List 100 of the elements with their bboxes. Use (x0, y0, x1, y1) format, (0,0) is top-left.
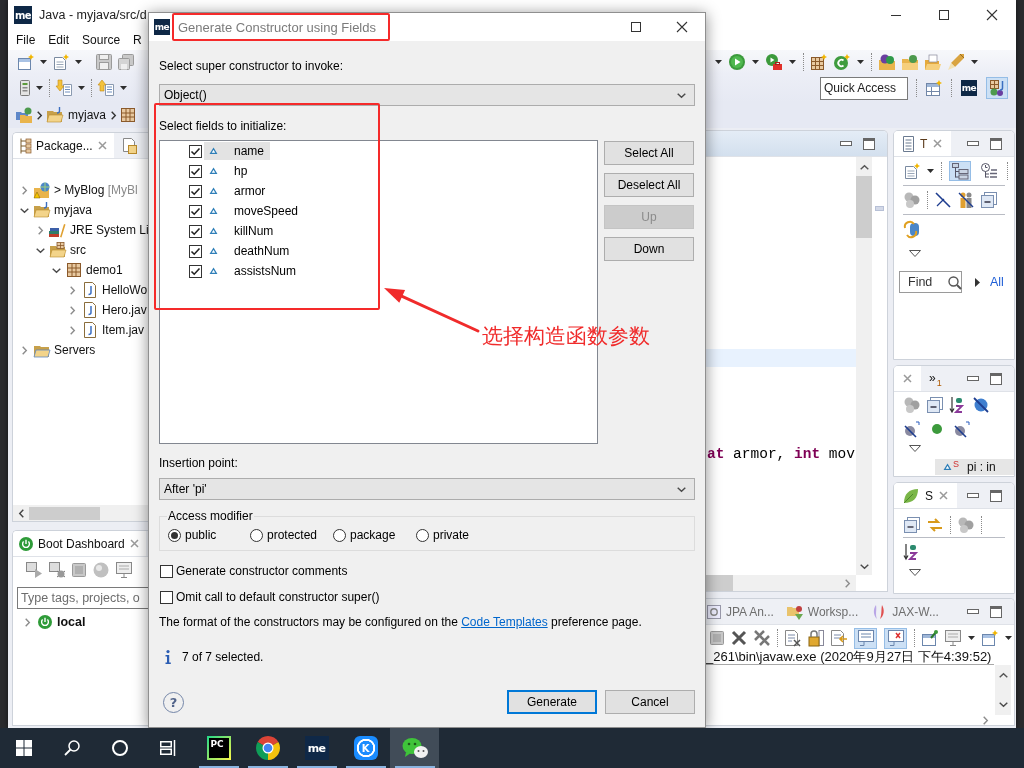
checkbox[interactable] (160, 564, 173, 578)
doc-x-icon[interactable] (785, 630, 801, 646)
chevron-down-icon[interactable] (19, 207, 29, 213)
caret-icon[interactable] (1005, 636, 1012, 640)
list-item[interactable]: name (204, 142, 271, 160)
tree-item[interactable]: S pi : in (935, 459, 1014, 475)
action-button[interactable]: Down (604, 237, 694, 261)
link[interactable]: Code Templates (461, 615, 548, 629)
maximize-icon[interactable] (990, 489, 1002, 502)
java-file-icon[interactable] (83, 322, 96, 338)
project-folder-icon[interactable] (47, 107, 63, 123)
radio-button[interactable] (168, 528, 181, 542)
doc-star-icon[interactable] (53, 54, 69, 70)
sort-icon[interactable] (904, 544, 920, 560)
maximize-icon[interactable] (939, 10, 949, 20)
folder-badge-icon[interactable] (786, 603, 803, 620)
remove-icon[interactable] (731, 630, 747, 646)
close-icon[interactable] (987, 10, 997, 20)
doc-arrow-icon[interactable] (831, 630, 847, 646)
taskbar-button[interactable]: PC (194, 728, 243, 768)
crossed-circle-icon[interactable] (973, 397, 989, 413)
checkbox[interactable] (189, 184, 202, 198)
checkbox[interactable] (160, 590, 173, 604)
checkbox-label[interactable]: Omit call to default constructor super() (176, 590, 380, 604)
chevron-down-icon[interactable] (677, 92, 686, 98)
panel-tab[interactable]: Worksp... (785, 599, 871, 624)
double-x-icon[interactable] (754, 630, 770, 646)
dropdown[interactable]: After 'pi' (159, 478, 695, 500)
list-item[interactable]: deathNum (204, 242, 296, 260)
lock-icon[interactable] (808, 630, 824, 646)
radio-button[interactable] (333, 528, 346, 542)
tree-item[interactable]: Item.jav (102, 323, 144, 337)
collapse-icon[interactable] (904, 517, 920, 533)
list-item[interactable]: assistsNum (204, 262, 302, 280)
list-item[interactable]: armor (204, 182, 272, 200)
view-menu-icon[interactable] (909, 445, 921, 452)
vertical-scrollbar[interactable] (995, 665, 1011, 715)
vertical-scrollbar[interactable] (856, 157, 872, 575)
horizontal-scrollbar[interactable] (13, 505, 148, 521)
panel-tab[interactable]: T (894, 131, 952, 156)
more-tabs-button[interactable]: »$_{1}$ (921, 366, 942, 391)
close-icon[interactable] (677, 22, 687, 32)
dot-icon[interactable] (932, 424, 942, 434)
list-item[interactable]: killNum (204, 222, 280, 240)
chevron-down-icon[interactable] (51, 267, 61, 273)
window-pin-icon[interactable] (922, 630, 938, 646)
doc-star-icon[interactable] (904, 163, 920, 179)
java-file-icon[interactable] (83, 282, 96, 298)
monitor-icon[interactable] (945, 630, 961, 646)
minimize-icon[interactable] (891, 14, 901, 16)
sort-icon[interactable] (950, 397, 966, 413)
project-folder-icon[interactable] (33, 202, 50, 218)
checkbox-label[interactable]: Generate constructor comments (176, 564, 348, 578)
maximize-icon[interactable] (990, 372, 1002, 385)
folder-icon[interactable] (33, 343, 50, 357)
chevron-right-icon[interactable] (37, 110, 42, 120)
caret-icon[interactable] (78, 86, 85, 90)
balls-icon[interactable] (904, 192, 920, 208)
chevron-up-icon[interactable] (859, 165, 869, 170)
checkbox[interactable] (189, 204, 202, 218)
caret-icon[interactable] (927, 169, 934, 173)
minimize-icon[interactable] (967, 493, 979, 498)
view-menu-icon[interactable] (909, 250, 921, 257)
doc-lines-icon[interactable] (903, 135, 914, 152)
tree-icon[interactable] (19, 137, 31, 154)
tree-item[interactable]: > MyBlog [MyBl (54, 183, 138, 197)
maximize-icon[interactable] (990, 137, 1002, 150)
caret-icon[interactable] (75, 60, 82, 64)
database-arrows-icon[interactable] (904, 221, 920, 237)
web-project-icon[interactable] (33, 182, 50, 198)
arrow-down-doc-icon[interactable] (56, 80, 72, 96)
books-icon[interactable] (49, 222, 66, 238)
chevron-down-icon[interactable] (677, 486, 686, 492)
search-field[interactable]: Type tags, projects, o (17, 587, 148, 609)
taskbar-button[interactable] (390, 728, 439, 768)
scrollbar-thumb[interactable] (856, 176, 872, 238)
window-bug-icon[interactable] (49, 562, 65, 578)
chevron-down-icon[interactable] (35, 247, 45, 253)
start-icon[interactable] (16, 740, 32, 756)
caret-icon[interactable] (789, 60, 796, 64)
power-icon[interactable] (37, 615, 52, 629)
checkbox[interactable] (189, 264, 202, 278)
triangle-right-icon[interactable] (975, 277, 980, 287)
tree-item[interactable]: myjava (54, 203, 92, 217)
scrollbar-thumb[interactable] (706, 575, 733, 591)
radio-button[interactable] (416, 528, 429, 542)
find-field[interactable]: Find (899, 271, 962, 293)
menu-item[interactable]: File (16, 33, 36, 47)
radio-label[interactable]: private (433, 528, 470, 542)
task-view-icon[interactable] (160, 740, 176, 756)
tree-item[interactable]: demo1 (86, 263, 123, 277)
panel-tab[interactable]: JAX-W... (870, 599, 951, 624)
caret-icon[interactable] (715, 60, 722, 64)
checkbox[interactable] (189, 224, 202, 238)
dialog-button[interactable]: Cancel (605, 690, 695, 714)
crossed-dot-icon[interactable] (904, 421, 920, 437)
window-circle-icon[interactable] (707, 604, 721, 619)
window-star-icon[interactable] (18, 54, 34, 70)
crossed-lines-icon[interactable] (935, 192, 951, 208)
java-file-icon[interactable] (83, 302, 96, 318)
